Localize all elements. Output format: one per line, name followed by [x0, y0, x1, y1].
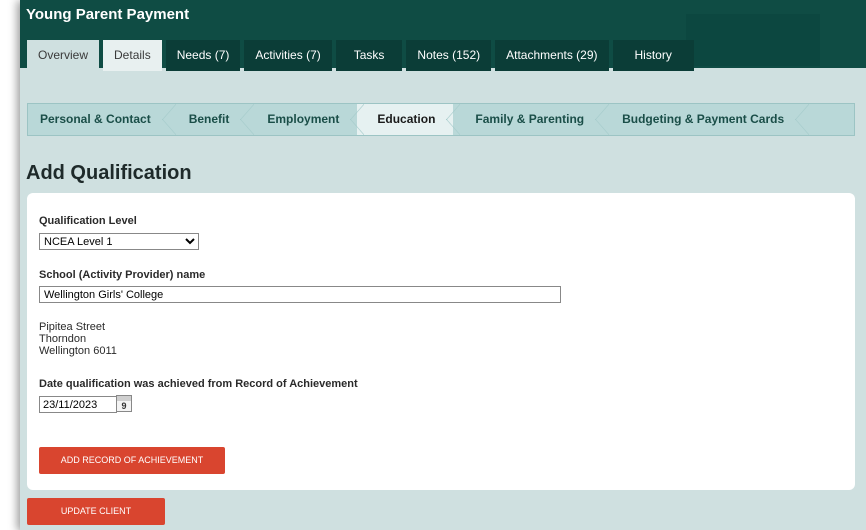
header-redacted-area [686, 14, 820, 66]
tab-notes[interactable]: Notes (152) [406, 40, 492, 71]
app-window: Young Parent Payment Overview Details Ne… [20, 0, 866, 530]
update-client-button[interactable]: UPDATE CLIENT [27, 498, 165, 525]
tab-history[interactable]: History [612, 40, 694, 71]
subtab-benefit[interactable]: Benefit [169, 104, 255, 135]
subtab-education[interactable]: Education [357, 104, 461, 135]
qualification-form: Qualification Level NCEA Level 1 School … [27, 193, 855, 490]
school-name-input[interactable] [39, 286, 561, 303]
add-record-of-achievement-button[interactable]: ADD RECORD OF ACHIEVEMENT [39, 447, 225, 474]
tab-tasks[interactable]: Tasks [335, 40, 403, 71]
school-name-label: School (Activity Provider) name [39, 269, 206, 281]
tab-needs[interactable]: Needs (7) [165, 40, 241, 71]
main-tabs: Overview Details Needs (7) Activities (7… [27, 40, 694, 71]
tab-attachments[interactable]: Attachments (29) [495, 40, 609, 71]
page-title: Add Qualification [26, 162, 192, 184]
date-achieved-label: Date qualification was achieved from Rec… [39, 378, 358, 390]
subtab-personal-contact[interactable]: Personal & Contact [28, 104, 176, 135]
address-line-1: Pipitea Street [39, 321, 106, 333]
app-title: Young Parent Payment [26, 6, 190, 23]
qualification-level-select[interactable]: NCEA Level 1 [39, 233, 199, 250]
tab-overview[interactable]: Overview [27, 40, 100, 71]
subtab-employment[interactable]: Employment [247, 104, 365, 135]
tab-details[interactable]: Details [103, 40, 162, 71]
subtab-budgeting-payment-cards[interactable]: Budgeting & Payment Cards [602, 104, 810, 135]
qualification-level-label: Qualification Level [39, 215, 137, 227]
address-line-2: Thorndon [39, 333, 87, 345]
calendar-icon[interactable]: 9 [116, 395, 132, 412]
app-header: Young Parent Payment Overview Details Ne… [20, 0, 866, 71]
tab-activities[interactable]: Activities (7) [244, 40, 332, 71]
subtab-family-parenting[interactable]: Family & Parenting [453, 104, 609, 135]
section-subnav: Personal & Contact Benefit Employment Ed… [27, 103, 855, 136]
date-achieved-input[interactable] [39, 396, 117, 413]
address-line-3: Wellington 6011 [39, 345, 117, 357]
